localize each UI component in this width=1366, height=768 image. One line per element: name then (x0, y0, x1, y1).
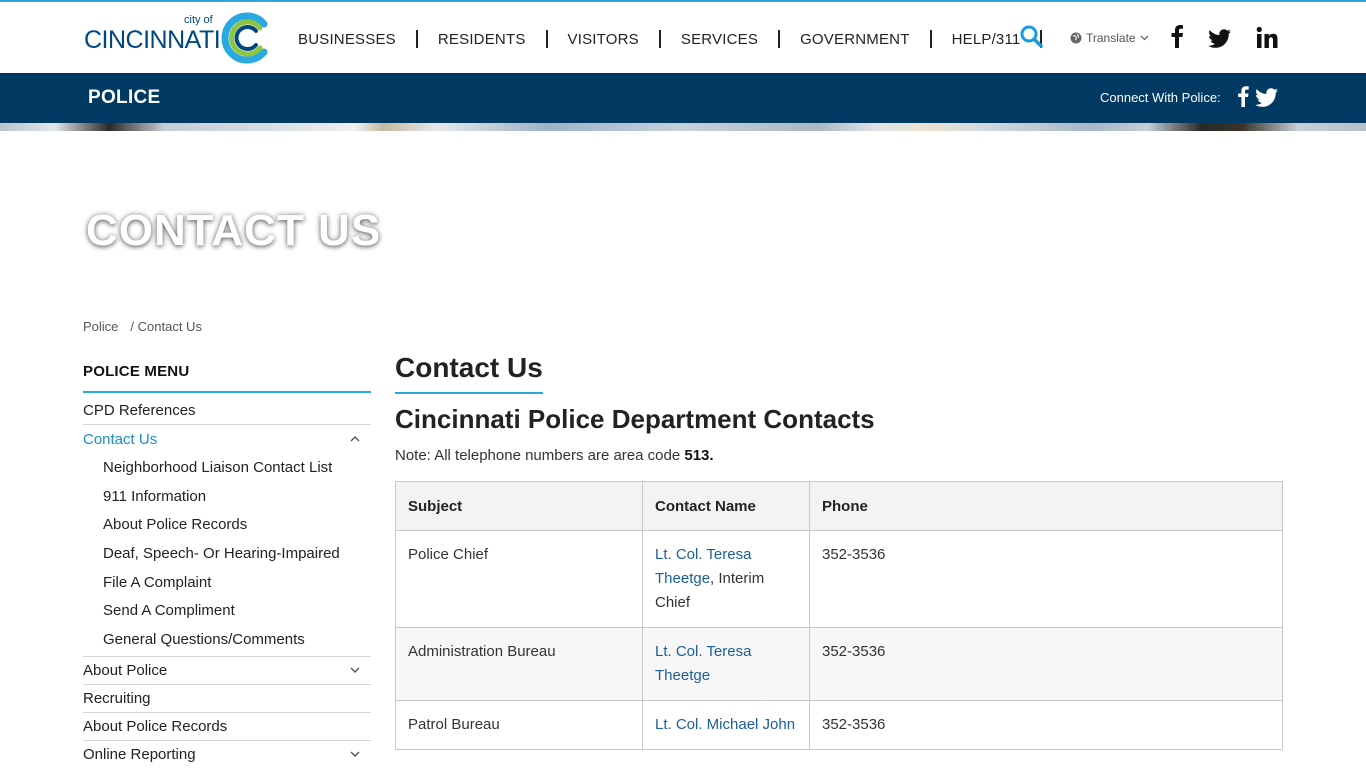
cell-contact-name: Lt. Col. Michael John (642, 700, 810, 750)
contact-link[interactable]: Lt. Col. Teresa Theetge (655, 643, 751, 684)
column-header-contact-name: Contact Name (642, 481, 810, 531)
sidebar-item-label: About Police Records (83, 717, 228, 735)
logo-c-mark (221, 12, 268, 64)
sidebar-subitem-deaf-speech-hearing[interactable]: Deaf, Speech- Or Hearing-Impaired (83, 539, 371, 568)
sidebar-item-online-reporting[interactable]: Online Reporting (83, 741, 371, 768)
area-code-note: Note: All telephone numbers are area cod… (395, 447, 1283, 464)
city-logo[interactable]: city of CINCINNATI (84, 12, 274, 64)
globe-icon (1070, 32, 1082, 44)
logo-city-of: city of (184, 14, 213, 26)
sidebar-subitem-send-compliment[interactable]: Send A Compliment (83, 596, 371, 625)
cell-phone: 352-3536 (809, 530, 1283, 628)
nav-divider (658, 30, 661, 48)
column-header-subject: Subject (395, 481, 643, 531)
page-heading: CONTACT US (86, 206, 382, 255)
sidebar-item-label: Online Reporting (83, 745, 196, 763)
sidebar-subitem-911-information[interactable]: 911 Information (83, 482, 371, 511)
breadcrumb-current: / Contact Us (130, 319, 202, 334)
main-content: Contact Us Cincinnati Police Department … (395, 352, 1283, 464)
police-menu: POLICE MENU CPD References Contact Us Ne… (83, 363, 371, 768)
contacts-table: Subject Contact Name Phone Police Chief … (395, 481, 1283, 750)
chevron-down-icon[interactable] (347, 662, 363, 678)
sidebar-item-label: Contact Us (83, 430, 158, 448)
column-header-phone: Phone (809, 481, 1283, 531)
nav-visitors[interactable]: VISITORS (556, 31, 651, 48)
sidebar-item-label: CPD References (83, 402, 196, 419)
department-bar: POLICE Connect With Police: (0, 73, 1366, 123)
hero-image-strip (0, 123, 1366, 131)
sidebar-item-label: Recruiting (83, 689, 151, 707)
nav-divider (415, 30, 418, 48)
content-title: Contact Us (395, 352, 543, 394)
sidebar-item-label: About Police (83, 661, 168, 679)
sidebar-item-about-police-records[interactable]: About Police Records (83, 713, 371, 741)
sidebar-item-cpd-references[interactable]: CPD References (83, 397, 371, 425)
nav-divider (929, 30, 932, 48)
sidebar-subitem-about-police-records[interactable]: About Police Records (83, 510, 371, 539)
breadcrumb-police[interactable]: Police (83, 319, 118, 334)
breadcrumb: Police / Contact Us (83, 319, 202, 334)
note-text: Note: All telephone numbers are area cod… (395, 447, 685, 464)
nav-businesses[interactable]: BUSINESSES (286, 31, 408, 48)
cell-subject: Patrol Bureau (395, 700, 643, 750)
chevron-up-icon[interactable] (347, 431, 363, 447)
police-menu-title: POLICE MENU (83, 363, 371, 393)
cell-phone: 352-3536 (809, 627, 1283, 701)
sidebar-subitem-neighborhood-liaison[interactable]: Neighborhood Liaison Contact List (83, 453, 371, 482)
cell-phone: 352-3536 (809, 700, 1283, 750)
site-header: city of CINCINNATI BUSINESSES RESIDENTS … (0, 2, 1366, 73)
table-row: Patrol Bureau Lt. Col. Michael John 352-… (395, 700, 1283, 750)
translate-dropdown[interactable]: Translate (1070, 31, 1149, 45)
facebook-icon[interactable] (1170, 24, 1184, 52)
logo-wordmark: CINCINNATI (84, 26, 221, 54)
nav-government[interactable]: GOVERNMENT (788, 31, 922, 48)
nav-residents[interactable]: RESIDENTS (426, 31, 538, 48)
facebook-icon[interactable] (1236, 84, 1250, 108)
cell-contact-name: Lt. Col. Teresa Theetge, Interim Chief (642, 530, 810, 628)
department-title[interactable]: POLICE (88, 87, 161, 109)
sidebar-subitem-general-questions[interactable]: General Questions/Comments (83, 625, 371, 654)
contact-us-submenu: Neighborhood Liaison Contact List 911 In… (83, 453, 371, 657)
sidebar-item-contact-us[interactable]: Contact Us (83, 425, 371, 453)
linkedin-icon[interactable] (1256, 24, 1278, 52)
translate-label: Translate (1086, 31, 1136, 45)
nav-divider (545, 30, 548, 48)
section-title: Cincinnati Police Department Contacts (395, 404, 875, 434)
table-header-row: Subject Contact Name Phone (395, 481, 1283, 531)
cell-subject: Police Chief (395, 530, 643, 628)
sidebar-item-recruiting[interactable]: Recruiting (83, 685, 371, 713)
cell-contact-name: Lt. Col. Teresa Theetge (642, 627, 810, 701)
note-area-code: 513. (684, 447, 714, 464)
sidebar-item-about-police[interactable]: About Police (83, 657, 371, 685)
cell-subject: Administration Bureau (395, 627, 643, 701)
chevron-down-icon (1140, 35, 1149, 41)
nav-divider (778, 30, 781, 48)
nav-services[interactable]: SERVICES (669, 31, 770, 48)
table-row: Police Chief Lt. Col. Teresa Theetge, In… (395, 530, 1283, 628)
connect-label: Connect With Police: (1100, 90, 1221, 105)
twitter-icon[interactable] (1207, 24, 1233, 52)
sidebar-subitem-file-complaint[interactable]: File A Complaint (83, 568, 371, 597)
chevron-down-icon[interactable] (347, 746, 363, 762)
contact-link[interactable]: Lt. Col. Michael John (655, 716, 795, 733)
table-row: Administration Bureau Lt. Col. Teresa Th… (395, 627, 1283, 701)
main-nav: BUSINESSES RESIDENTS VISITORS SERVICES G… (286, 26, 1050, 52)
search-icon[interactable] (1019, 24, 1043, 48)
twitter-icon[interactable] (1255, 87, 1279, 107)
